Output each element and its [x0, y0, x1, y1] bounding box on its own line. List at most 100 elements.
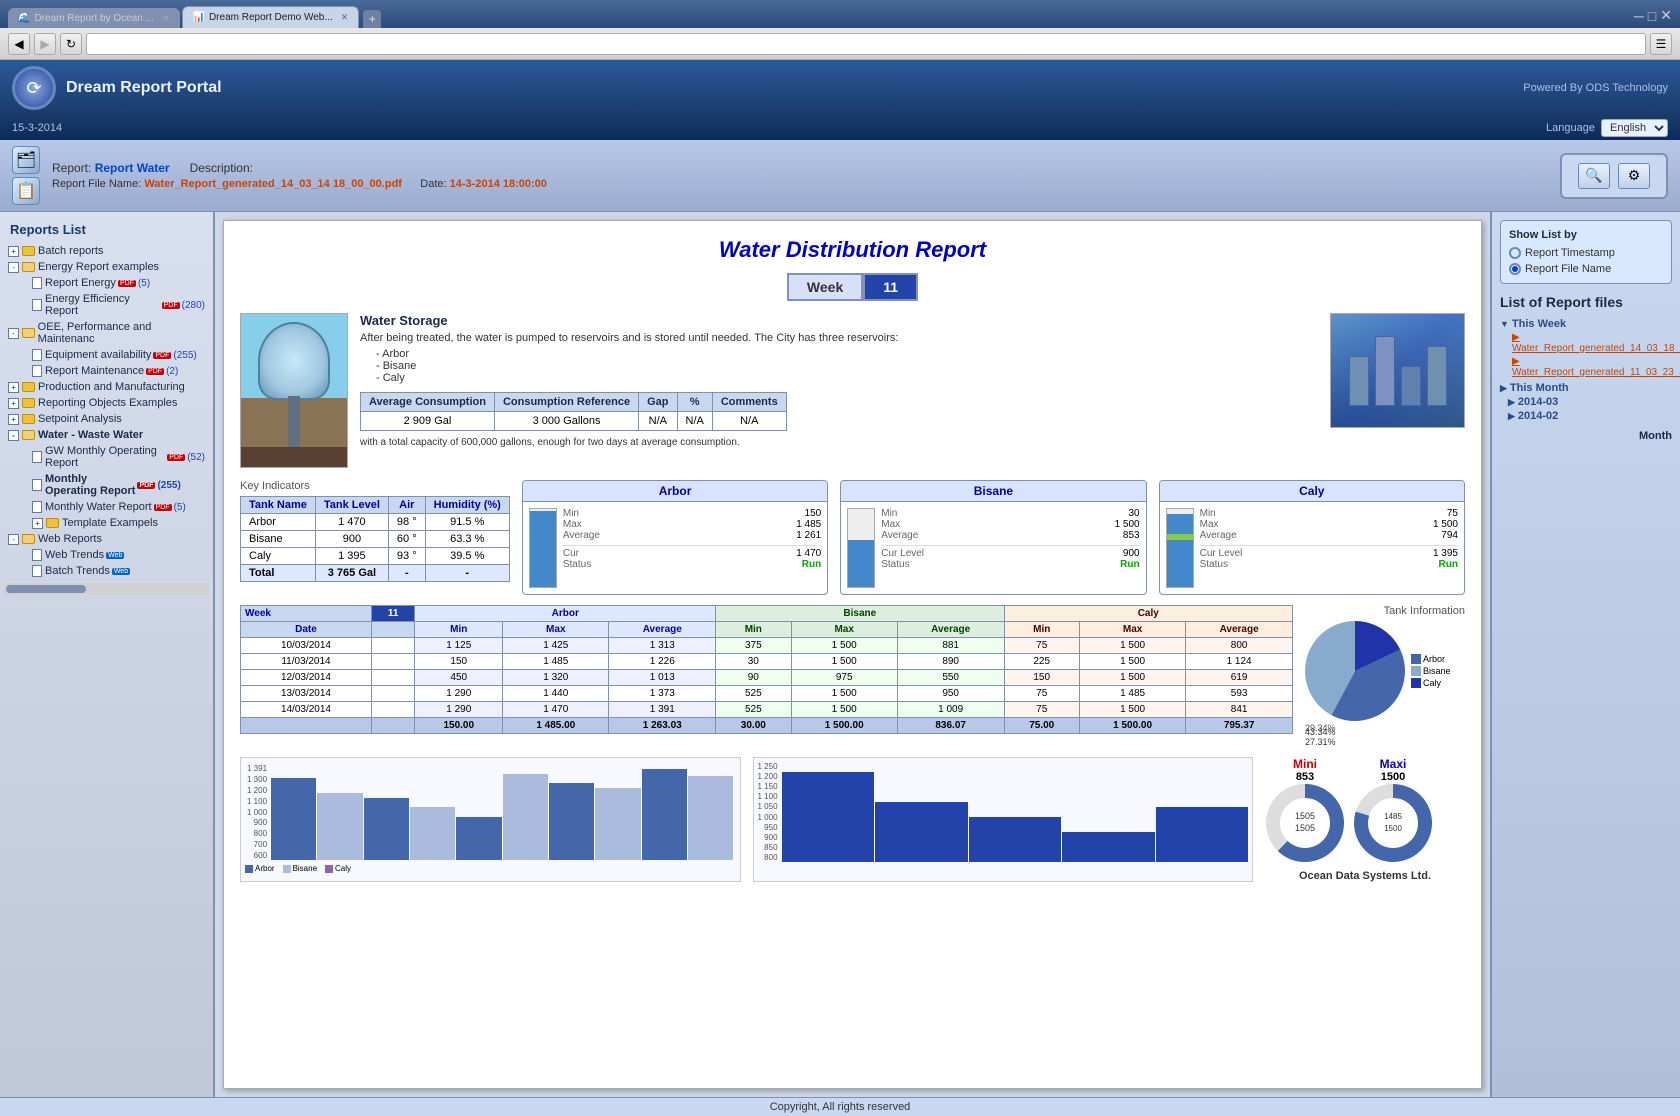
- folder-icon: [22, 382, 35, 392]
- bottom-charts: 1 391 1 300 1 200 1 100 1 000 900 800 70…: [240, 757, 1465, 882]
- sidebar-label: MonthlyOperating Report: [45, 473, 135, 497]
- window-maximize-icon[interactable]: □: [1648, 8, 1656, 24]
- sidebar-item-setpoint[interactable]: + Setpoint Analysis: [4, 411, 209, 427]
- sidebar-item-equipment[interactable]: Equipment availability PDF (255): [4, 347, 209, 363]
- file-tree-section-this-month[interactable]: ▶ This Month: [1500, 382, 1672, 394]
- sidebar-item-web-reports[interactable]: - Web Reports: [4, 531, 209, 547]
- tank-card-header-bisane: Bisane: [841, 481, 1145, 502]
- file-tree-item[interactable]: ▶ Water_Report_generated_11_03_23_41_37.…: [1512, 356, 1672, 378]
- sidebar-label: Report Energy: [45, 277, 116, 289]
- expander-icon: +: [8, 382, 19, 393]
- sidebar-item-monthly-operating[interactable]: MonthlyOperating Report PDF (255): [4, 471, 209, 499]
- sidebar-item-monthly-water[interactable]: Monthly Water Report PDF (5): [4, 499, 209, 515]
- folder-icon: [46, 518, 59, 528]
- reload-button[interactable]: ↻: [60, 33, 82, 55]
- pdf-badge: PDF: [162, 302, 180, 309]
- radio-option-timestamp[interactable]: Report Timestamp: [1509, 247, 1663, 259]
- sidebar-item-gw-monthly[interactable]: GW Monthly Operating Report PDF (52): [4, 443, 209, 471]
- report-doc-title: Water Distribution Report: [240, 237, 1465, 263]
- report-header-icon1: 🗂: [12, 146, 40, 174]
- mini-maxi-gauges: Mini 853 1505 1505 Maxi: [1265, 757, 1465, 882]
- language-select[interactable]: English: [1601, 119, 1668, 137]
- address-bar[interactable]: odsdemo.dyndns-office.com: [86, 33, 1646, 55]
- sidebar-item-energy-report-examples[interactable]: - Energy Report examples: [4, 259, 209, 275]
- sidebar-label: Water - Waste Water: [38, 429, 143, 441]
- mini-label: Mini: [1265, 757, 1345, 771]
- doc-icon: [32, 549, 42, 561]
- expand-icon: ▶: [1508, 411, 1515, 422]
- folder-open-icon: [22, 534, 35, 544]
- zoom-out-button[interactable]: 🔍: [1578, 163, 1610, 189]
- show-list-by-box: Show List by Report Timestamp Report Fil…: [1500, 220, 1672, 284]
- browser-titlebar: 🌊 Dream Report by Ocean ... ✕ 📊 Dream Re…: [0, 0, 1680, 28]
- browser-tab-active[interactable]: 📊 Dream Report Demo Web... ✕: [182, 6, 360, 28]
- file-tree-section-2014-03[interactable]: ▶ 2014-03: [1500, 396, 1672, 408]
- svg-text:1505: 1505: [1295, 811, 1315, 821]
- water-storage-desc: After being treated, the water is pumped…: [360, 332, 1318, 344]
- sidebar-item-reporting-objects[interactable]: + Reporting Objects Examples: [4, 395, 209, 411]
- tab-close-active-icon[interactable]: ✕: [341, 12, 349, 23]
- sidebar-item-web-trends[interactable]: Web Trends Web: [4, 547, 209, 563]
- report-filename-value: Water_Report_generated_14_03_14 18_00_00…: [144, 178, 402, 190]
- tab-label: Dream Report by Ocean ...: [34, 13, 154, 24]
- zoom-in-button[interactable]: ⚙: [1618, 163, 1650, 189]
- doc-icon: [32, 299, 42, 311]
- tab-favicon: 🌊: [18, 13, 30, 24]
- expander-icon: +: [8, 398, 19, 409]
- sidebar-item-production[interactable]: + Production and Manufacturing: [4, 379, 209, 395]
- sidebar-label: Report Maintenance: [45, 365, 144, 377]
- sidebar-item-batch-trends[interactable]: Batch Trends Web: [4, 563, 209, 579]
- report-date-value: 14-3-2014 18:00:00: [450, 178, 547, 190]
- pdf-badge: PDF: [118, 280, 136, 287]
- expander-icon: +: [32, 518, 43, 529]
- browser-tab-inactive[interactable]: 🌊 Dream Report by Ocean ... ✕: [8, 8, 180, 28]
- data-table-section: Week 11 Arbor Bisane Caly Date Min Max A…: [240, 605, 1293, 747]
- doc-icon: [32, 479, 42, 491]
- tab-close-icon[interactable]: ✕: [162, 13, 170, 24]
- sidebar-label: Reporting Objects Examples: [38, 397, 177, 409]
- week-number: 11: [863, 273, 918, 301]
- tab-favicon-active: 📊: [193, 12, 205, 23]
- radio-label: Report Timestamp: [1525, 247, 1615, 259]
- sidebar-item-water[interactable]: - Water - Waste Water: [4, 427, 209, 443]
- sidebar-item-oee[interactable]: - OEE, Performance and Maintenanc: [4, 319, 209, 347]
- maxi-gauge-chart: 1485 1500: [1353, 783, 1433, 863]
- app-logo: ⟳: [12, 66, 56, 110]
- radio-option-filename[interactable]: Report File Name: [1509, 263, 1663, 275]
- svg-text:1500: 1500: [1384, 824, 1402, 833]
- sidebar-label: Equipment availability: [45, 349, 151, 361]
- key-indicators-table: Tank Name Tank Level Air Humidity (%) Ar…: [240, 496, 510, 582]
- doc-icon: [32, 277, 42, 289]
- back-button[interactable]: ◀: [8, 33, 30, 55]
- file-tree-section-2014-02[interactable]: ▶ 2014-02: [1500, 410, 1672, 422]
- report-filename-line: Report File Name: Water_Report_generated…: [52, 178, 547, 190]
- new-tab-button[interactable]: +: [363, 10, 381, 28]
- window-close-icon[interactable]: ✕: [1660, 7, 1672, 24]
- report-name-value: Report Water: [95, 161, 170, 175]
- sidebar-label: Setpoint Analysis: [38, 413, 122, 425]
- browser-menu-button[interactable]: ☰: [1650, 33, 1672, 55]
- file-tree-item[interactable]: ▶ Water_Report_generated_14_03_18_00_00.…: [1512, 332, 1672, 354]
- window-minimize-icon[interactable]: ─: [1634, 8, 1644, 24]
- report-control-panel: 🔍 ⚙: [1560, 153, 1668, 199]
- show-list-title: Show List by: [1509, 229, 1663, 241]
- sidebar-label: Energy Efficiency Report: [45, 293, 160, 317]
- sidebar-item-templates[interactable]: + Template Exampels: [4, 515, 209, 531]
- water-bullet-caly: - Caly: [376, 372, 1318, 384]
- maxi-label: Maxi: [1353, 757, 1433, 771]
- web-badge: Web: [112, 568, 130, 575]
- sidebar-item-report-energy[interactable]: Report Energy PDF (5): [4, 275, 209, 291]
- forward-button[interactable]: ▶: [34, 33, 56, 55]
- sidebar-item-energy-efficiency[interactable]: Energy Efficiency Report PDF (280): [4, 291, 209, 319]
- sidebar-title: Reports List: [4, 220, 209, 243]
- expander-icon: -: [8, 534, 19, 545]
- sidebar-label: Template Exampels: [62, 517, 158, 529]
- file-tree-section-this-week[interactable]: ▼ This Week: [1500, 318, 1672, 330]
- sidebar-item-batch-reports[interactable]: + Batch reports: [4, 243, 209, 259]
- sidebar-scrollbar[interactable]: [4, 583, 209, 595]
- data-section: Week 11 Arbor Bisane Caly Date Min Max A…: [240, 605, 1465, 747]
- pdf-badge: PDF: [154, 504, 172, 511]
- folder-open-icon: [22, 262, 35, 272]
- expander-icon: -: [8, 262, 19, 273]
- sidebar-item-maintenance[interactable]: Report Maintenance PDF (2): [4, 363, 209, 379]
